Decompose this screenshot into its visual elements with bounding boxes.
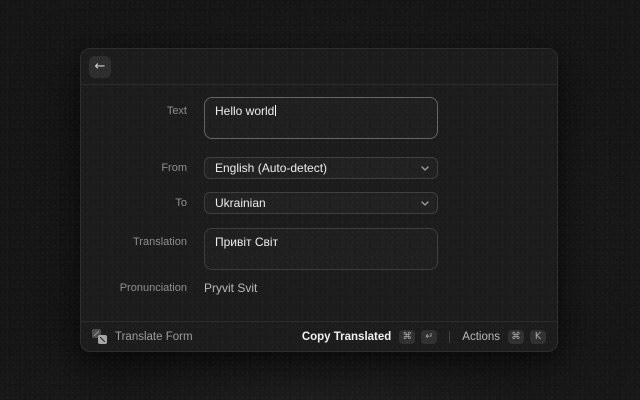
- to-select-value: Ukrainian: [215, 196, 266, 210]
- to-field-label: To: [97, 196, 187, 210]
- copy-translated-action[interactable]: Copy Translated: [302, 331, 391, 343]
- translate-form-window: ← Text Hello world From English (Auto-de…: [80, 48, 558, 352]
- back-arrow-icon: ←: [95, 57, 106, 77]
- to-language-select[interactable]: Ukrainian: [204, 192, 438, 214]
- text-field-row: Text Hello world: [81, 97, 557, 139]
- translation-output[interactable]: Привіт Світ: [204, 228, 438, 270]
- chevron-down-icon: [421, 201, 429, 206]
- action-bar: Translate Form Copy Translated ⌘ ↵ Actio…: [81, 321, 557, 351]
- text-input-value: Hello world: [215, 104, 276, 118]
- from-language-select[interactable]: English (Auto-detect): [204, 157, 438, 179]
- text-field-label: Text: [97, 104, 187, 118]
- window-header: ←: [81, 49, 557, 85]
- translation-field-row: Translation Привіт Світ: [81, 228, 557, 270]
- cmd-key-icon: ⌘: [399, 330, 415, 344]
- from-select-value: English (Auto-detect): [215, 161, 327, 175]
- action-bar-right: Copy Translated ⌘ ↵ Actions ⌘ K: [302, 330, 546, 344]
- command-title: Translate Form: [115, 331, 193, 343]
- pronunciation-row: Pronunciation Pryvit Svit: [81, 281, 557, 295]
- actions-menu-button[interactable]: Actions: [462, 331, 500, 343]
- action-bar-left: Translate Form: [92, 329, 302, 344]
- pronunciation-label: Pronunciation: [97, 281, 187, 295]
- desktop-background: ← Text Hello world From English (Auto-de…: [0, 0, 640, 400]
- enter-key-icon: ↵: [421, 330, 437, 344]
- from-field-label: From: [97, 161, 187, 175]
- from-field-row: From English (Auto-detect): [81, 157, 557, 179]
- footer-separator: [449, 331, 450, 343]
- translation-field-label: Translation: [97, 235, 187, 249]
- k-key-icon: K: [530, 330, 546, 344]
- pronunciation-value: Pryvit Svit: [204, 281, 438, 295]
- translate-app-icon: [92, 329, 107, 344]
- chevron-down-icon: [421, 166, 429, 171]
- text-input[interactable]: Hello world: [204, 97, 438, 139]
- back-button[interactable]: ←: [89, 56, 111, 78]
- to-field-row: To Ukrainian: [81, 192, 557, 214]
- translation-output-value: Привіт Світ: [215, 235, 278, 249]
- cmd-key-icon: ⌘: [508, 330, 524, 344]
- form-content: Text Hello world From English (Auto-dete…: [81, 85, 557, 321]
